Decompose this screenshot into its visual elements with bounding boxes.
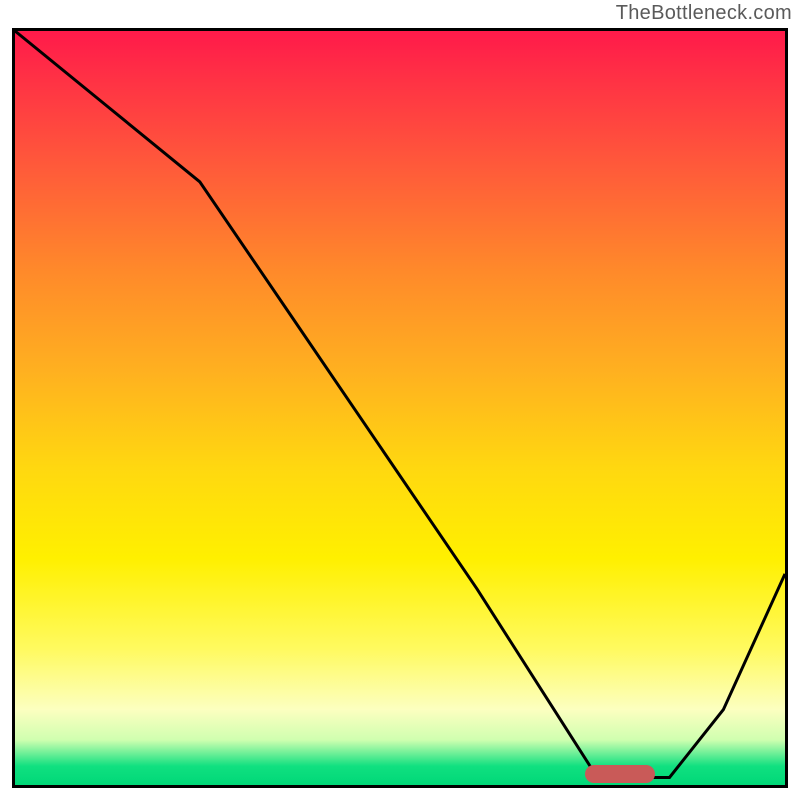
bottleneck-curve [15,31,785,785]
watermark-text: TheBottleneck.com [616,2,792,25]
chart-plot-area [12,28,788,788]
optimal-range-marker [585,765,655,783]
